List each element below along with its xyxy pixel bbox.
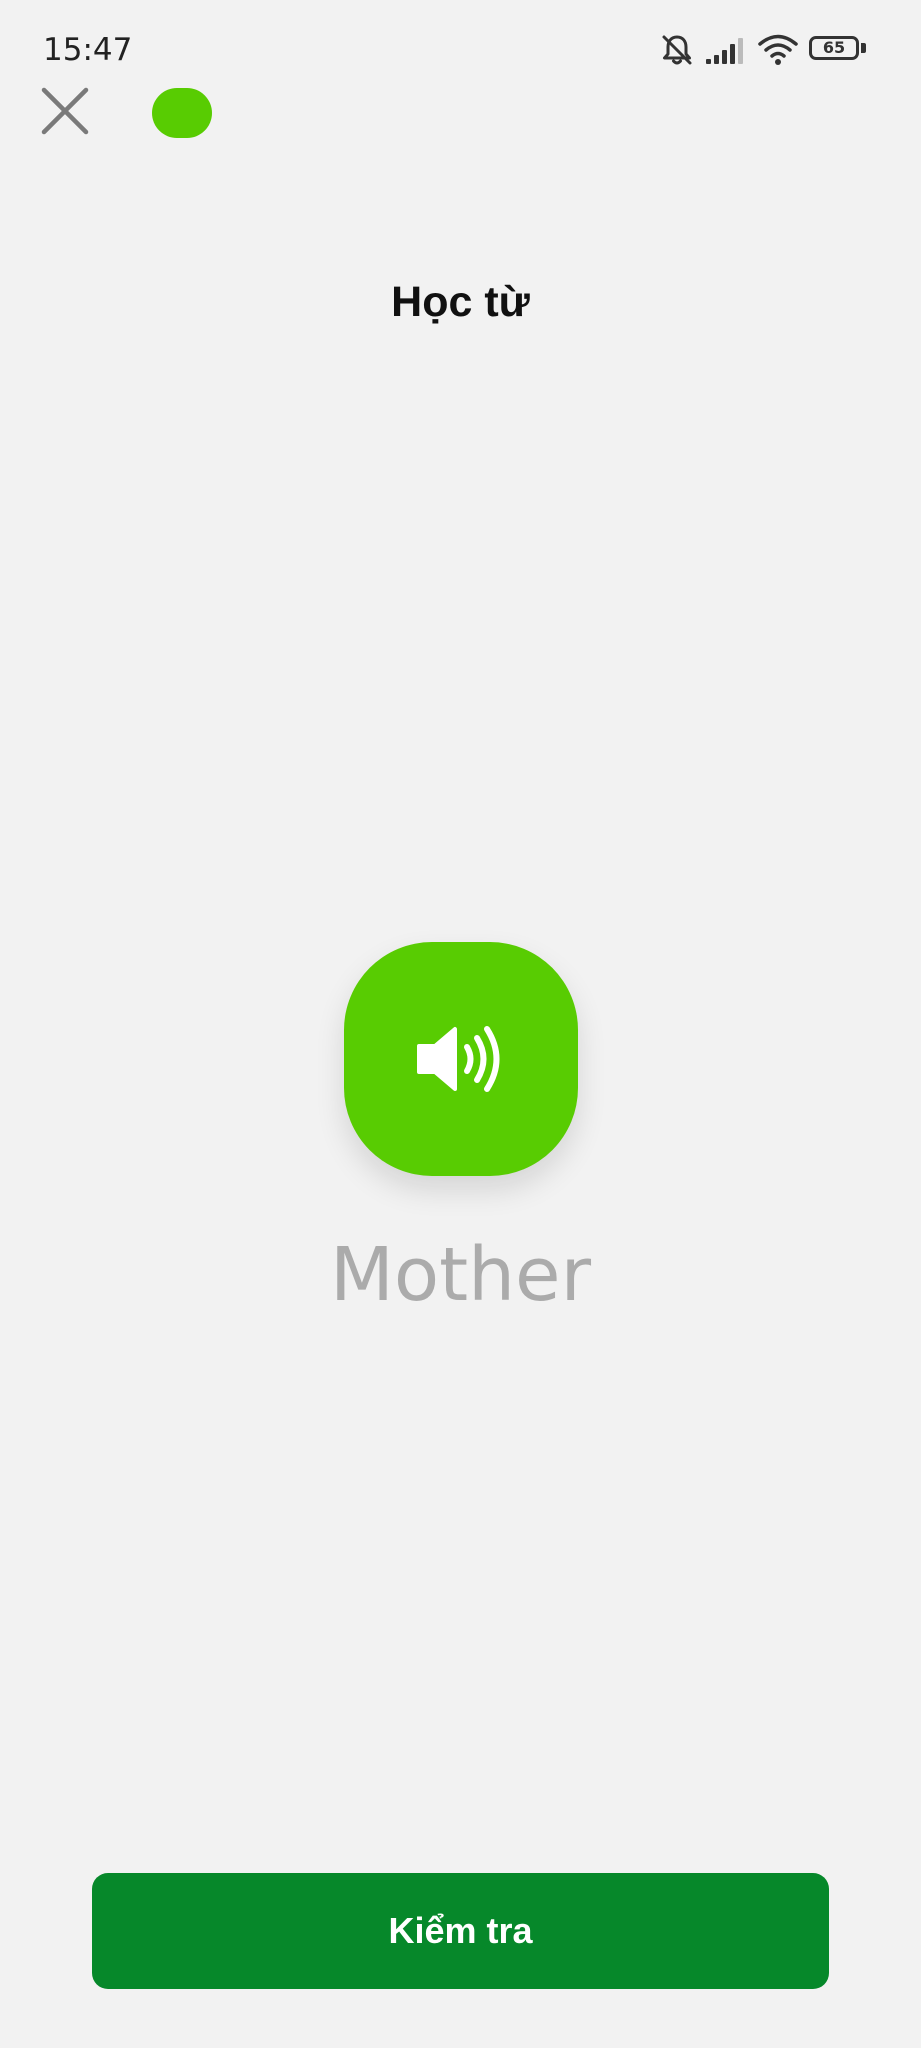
close-icon [41,87,89,135]
word-text: Mother [330,1232,591,1318]
progress-bar [152,88,212,138]
speaker-icon [417,1026,500,1092]
page-title: Học từ [391,278,530,326]
battery-level: 65 [822,38,846,57]
bell-off-icon [659,32,695,68]
status-bar: 15:47 65 [0,0,921,100]
battery-icon: 65 [809,36,869,64]
wifi-icon [757,33,799,67]
battery-body: 65 [809,36,859,60]
status-time: 15:47 [43,32,133,68]
close-button[interactable] [36,82,94,140]
signal-icon [705,35,747,65]
status-icons: 65 [659,30,869,70]
battery-tip [861,43,866,53]
play-audio-button[interactable] [344,942,578,1176]
check-button-label: Kiểm tra [388,1910,533,1951]
check-button[interactable]: Kiểm tra [92,1873,829,1989]
